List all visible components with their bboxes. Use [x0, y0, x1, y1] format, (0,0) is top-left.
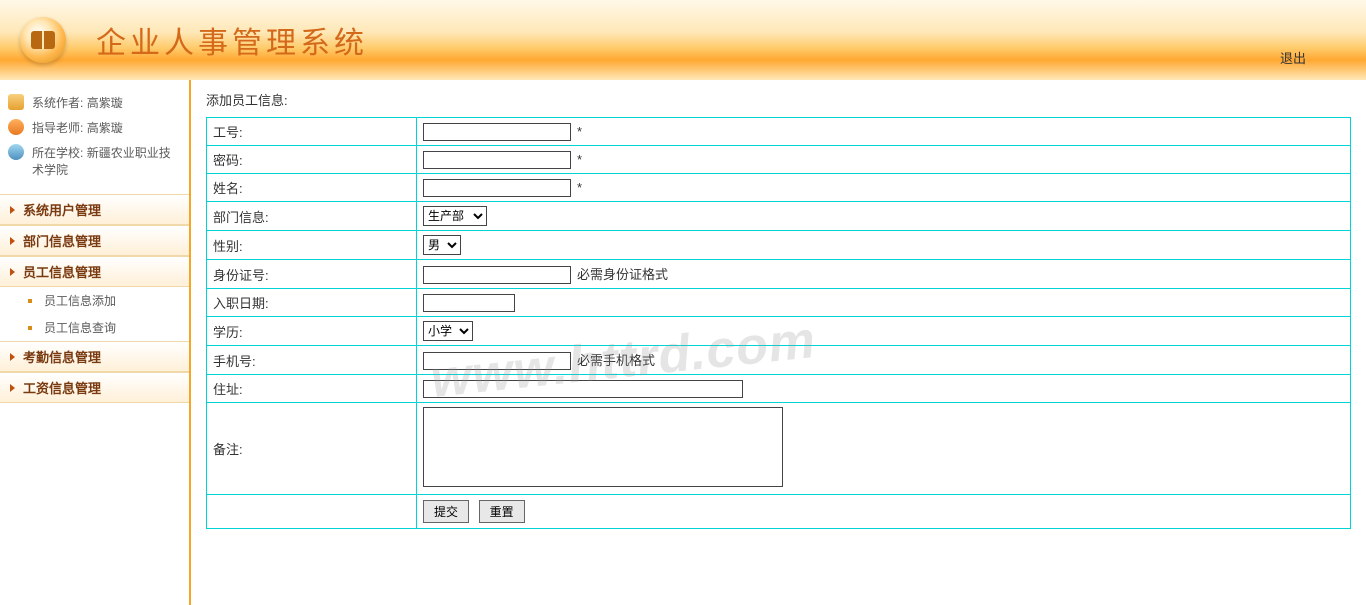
label-remark: 备注: — [207, 403, 417, 495]
label-dept: 部门信息: — [207, 202, 417, 231]
menu-employee-add[interactable]: 员工信息添加 — [0, 287, 189, 314]
info-value: 高紫璇 — [87, 96, 123, 110]
label-address: 住址: — [207, 375, 417, 403]
info-label: 所在学校: — [32, 146, 83, 160]
chevron-right-icon — [10, 384, 15, 392]
label-hiredate: 入职日期: — [207, 289, 417, 317]
info-row-author: 系统作者: 高紫璇 — [8, 90, 181, 115]
hiredate-input[interactable] — [423, 294, 515, 312]
menu-label: 员工信息管理 — [23, 262, 101, 281]
info-value: 高紫璇 — [87, 121, 123, 135]
edu-select[interactable]: 小学 — [423, 321, 473, 341]
info-label: 指导老师: — [32, 121, 83, 135]
form-title: 添加员工信息: — [206, 90, 1351, 109]
sidebar: 系统作者: 高紫璇 指导老师: 高紫璇 所在学校: 新疆农业职业技术学院 系统用… — [0, 80, 191, 605]
logo-icon — [20, 17, 66, 63]
sidebar-menu: 系统用户管理 部门信息管理 员工信息管理 员工信息添加 员工信息查询 考勤信息管… — [0, 194, 189, 403]
label-phone: 手机号: — [207, 346, 417, 375]
menu-label: 系统用户管理 — [23, 200, 101, 219]
content-area: 添加员工信息: 工号: * 密码: * 姓名: * 部门信息: 生产部 性别: … — [191, 80, 1366, 605]
menu-attendance[interactable]: 考勤信息管理 — [0, 341, 189, 372]
remark-textarea[interactable] — [423, 407, 783, 487]
main-container: 系统作者: 高紫璇 指导老师: 高紫璇 所在学校: 新疆农业职业技术学院 系统用… — [0, 80, 1366, 605]
info-label: 系统作者: — [32, 96, 83, 110]
reset-button[interactable]: 重置 — [479, 500, 525, 523]
logout-link[interactable]: 退出 — [1280, 48, 1306, 67]
chevron-right-icon — [10, 237, 15, 245]
author-info-block: 系统作者: 高紫璇 指导老师: 高紫璇 所在学校: 新疆农业职业技术学院 — [0, 80, 189, 188]
gender-select[interactable]: 男 — [423, 235, 461, 255]
menu-label: 工资信息管理 — [23, 378, 101, 397]
label-idcard: 身份证号: — [207, 260, 417, 289]
phone-input[interactable] — [423, 352, 571, 370]
chevron-right-icon — [10, 268, 15, 276]
dept-select[interactable]: 生产部 — [423, 206, 487, 226]
hint-required: * — [577, 124, 582, 139]
clock-icon — [8, 119, 24, 135]
address-input[interactable] — [423, 380, 743, 398]
user-icon — [8, 94, 24, 110]
globe-icon — [8, 144, 24, 160]
hint-required: * — [577, 180, 582, 195]
employee-form-table: 工号: * 密码: * 姓名: * 部门信息: 生产部 性别: 男 身份证号: … — [206, 117, 1351, 529]
bullet-icon — [28, 299, 32, 303]
empty-cell — [207, 495, 417, 529]
label-edu: 学历: — [207, 317, 417, 346]
menu-salary[interactable]: 工资信息管理 — [0, 372, 189, 403]
info-row-teacher: 指导老师: 高紫璇 — [8, 115, 181, 140]
info-row-school: 所在学校: 新疆农业职业技术学院 — [8, 140, 181, 182]
chevron-right-icon — [10, 206, 15, 214]
app-title: 企业人事管理系统 — [96, 18, 368, 62]
hint-phone: 必需手机格式 — [577, 353, 655, 368]
menu-label: 部门信息管理 — [23, 231, 101, 250]
label-password: 密码: — [207, 146, 417, 174]
submit-button[interactable]: 提交 — [423, 500, 469, 523]
menu-label: 员工信息添加 — [44, 292, 116, 309]
menu-employee-query[interactable]: 员工信息查询 — [0, 314, 189, 341]
hint-idcard: 必需身份证格式 — [577, 267, 668, 282]
label-gender: 性别: — [207, 231, 417, 260]
menu-label: 员工信息查询 — [44, 319, 116, 336]
password-input[interactable] — [423, 151, 571, 169]
idcard-input[interactable] — [423, 266, 571, 284]
hint-required: * — [577, 152, 582, 167]
chevron-right-icon — [10, 353, 15, 361]
menu-employee[interactable]: 员工信息管理 — [0, 256, 189, 287]
name-input[interactable] — [423, 179, 571, 197]
bullet-icon — [28, 326, 32, 330]
menu-department[interactable]: 部门信息管理 — [0, 225, 189, 256]
header: 企业人事管理系统 退出 — [0, 0, 1366, 80]
label-name: 姓名: — [207, 174, 417, 202]
label-emp-id: 工号: — [207, 118, 417, 146]
emp-id-input[interactable] — [423, 123, 571, 141]
menu-label: 考勤信息管理 — [23, 347, 101, 366]
menu-system-user[interactable]: 系统用户管理 — [0, 194, 189, 225]
